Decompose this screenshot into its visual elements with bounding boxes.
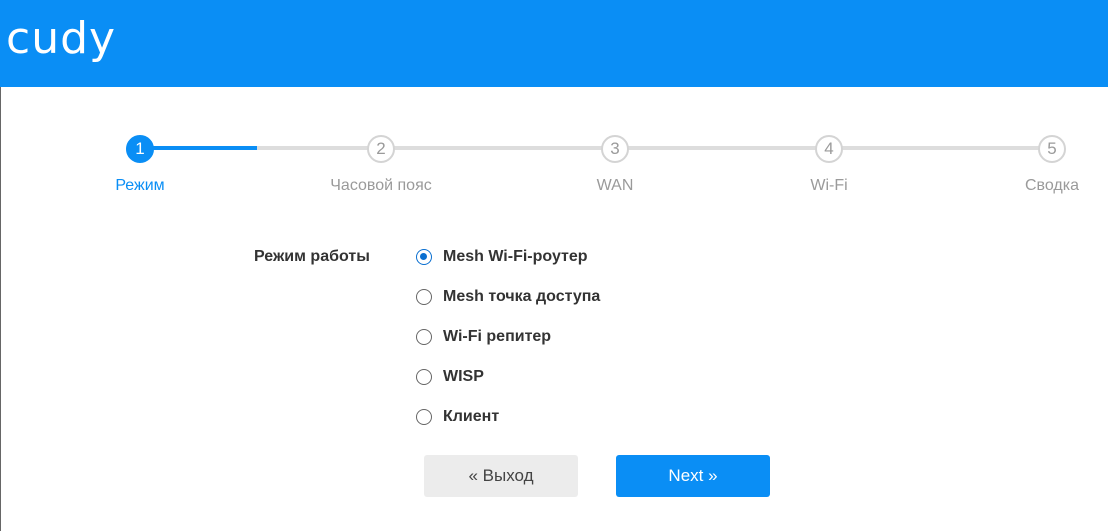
step-1-label: Режим [115, 177, 165, 194]
mode-option-label: WISP [443, 368, 484, 385]
mode-option-label: Клиент [443, 408, 500, 425]
mode-field-label: Режим работы [254, 248, 370, 265]
mode-option-label: Wi-Fi репитер [443, 328, 552, 345]
step-5-label: Сводка [1024, 177, 1080, 194]
mode-option-mesh-router[interactable]: Mesh Wi-Fi-роутер [416, 245, 588, 269]
mode-option-repeater[interactable]: Wi-Fi репитер [416, 325, 551, 349]
radio-client[interactable] [416, 409, 432, 425]
mode-option-label: Mesh Wi-Fi-роутер [443, 248, 588, 265]
mode-option-client[interactable]: Клиент [416, 405, 499, 429]
exit-button[interactable]: « Выход [424, 455, 578, 497]
progress-track-done [140, 146, 257, 150]
radio-repeater[interactable] [416, 329, 432, 345]
step-5-circle[interactable]: 5 [1038, 135, 1066, 163]
wizard-stepper: 1 2 3 4 5 Режим Часовой пояс WAN Wi-Fi С… [0, 0, 1108, 210]
step-2-label: Часовой пояс [330, 177, 432, 194]
step-2-circle[interactable]: 2 [367, 135, 395, 163]
step-1-circle[interactable]: 1 [126, 135, 154, 163]
step-4-label: Wi-Fi [810, 177, 848, 194]
step-3-circle[interactable]: 3 [601, 135, 629, 163]
mode-option-mesh-ap[interactable]: Mesh точка доступа [416, 285, 600, 309]
radio-mesh-ap[interactable] [416, 289, 432, 305]
mode-option-label: Mesh точка доступа [443, 288, 601, 305]
next-button[interactable]: Next » [616, 455, 770, 497]
radio-mesh-router[interactable] [416, 249, 432, 265]
step-3-label: WAN [596, 177, 634, 194]
mode-option-wisp[interactable]: WISP [416, 365, 484, 389]
radio-wisp[interactable] [416, 369, 432, 385]
step-4-circle[interactable]: 4 [815, 135, 843, 163]
